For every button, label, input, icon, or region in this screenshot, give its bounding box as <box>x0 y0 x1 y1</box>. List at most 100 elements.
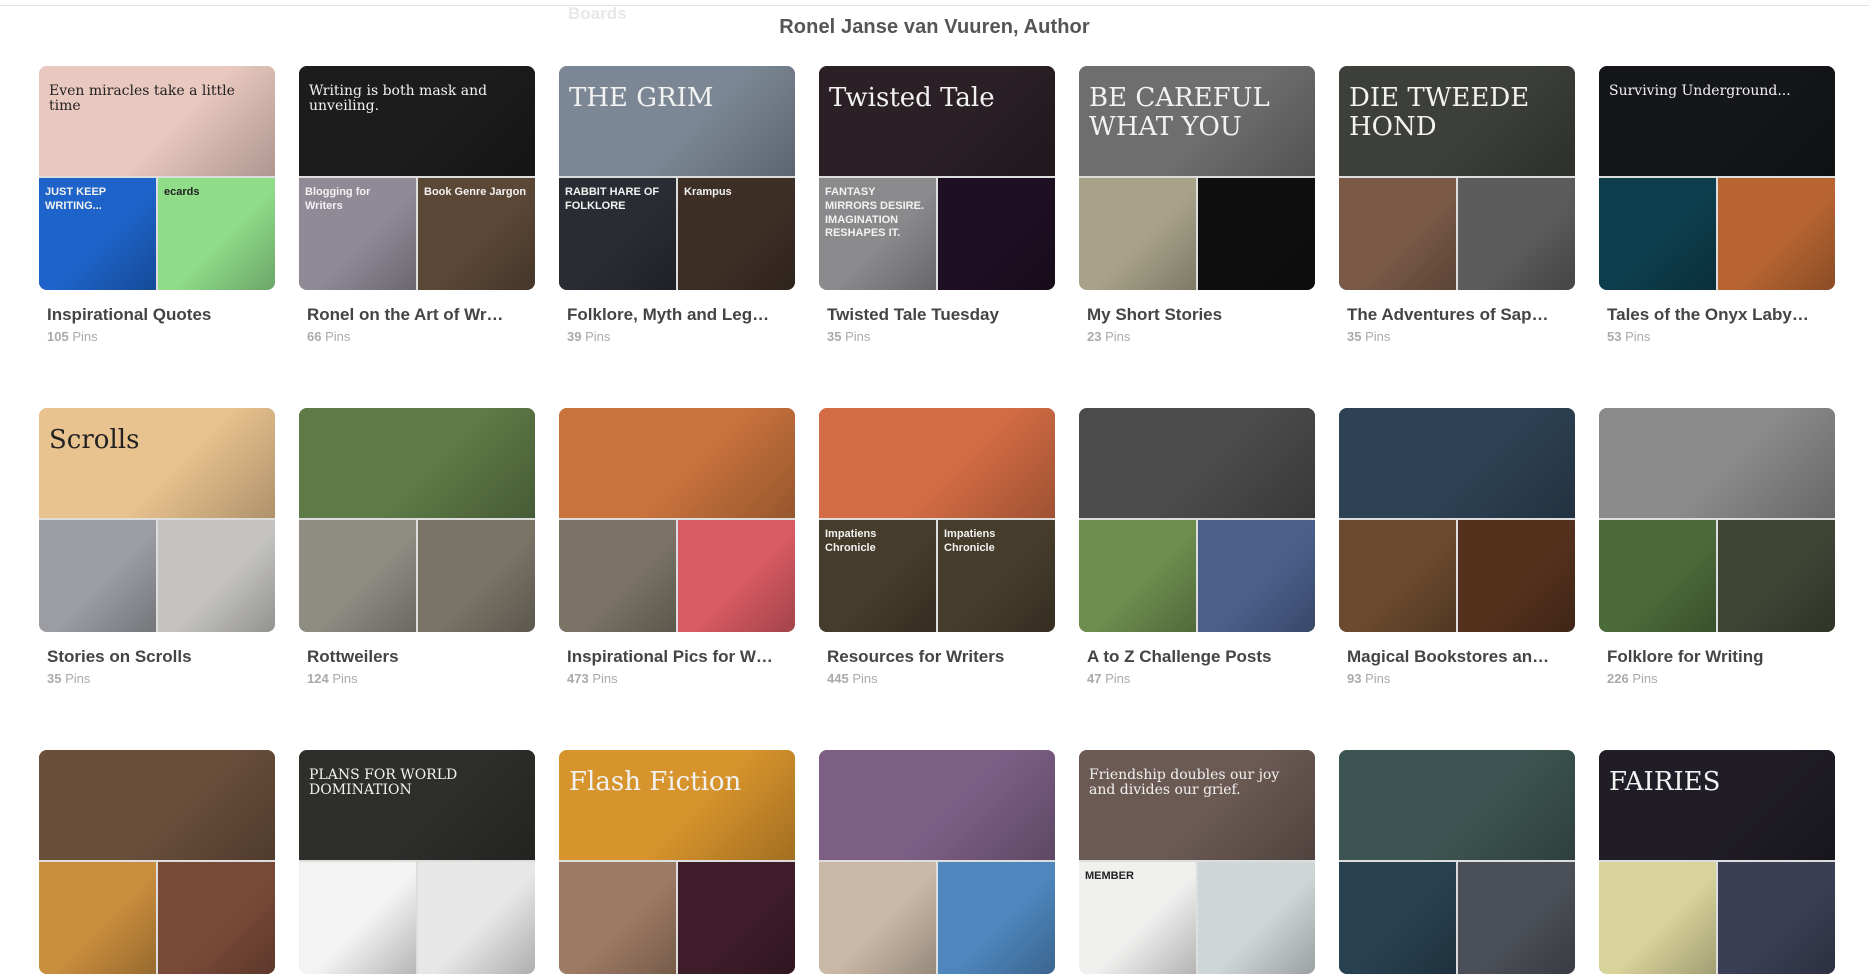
board-pin-count: 445 Pins <box>819 671 1055 686</box>
board-title[interactable]: My Short Stories <box>1079 305 1315 325</box>
board-cover-thumb-left <box>299 862 416 974</box>
board-cover[interactable]: FAIRIES <box>1599 750 1835 974</box>
pin-count-suffix: Pins <box>1365 329 1391 344</box>
board-cover-thumb-right <box>1718 178 1835 290</box>
board-cover-main-image <box>819 408 1055 518</box>
board-cover-thumb-left <box>1599 862 1716 974</box>
board-cover[interactable]: Twisted Tale FANTASY MIRRORS DESIRE. IMAG… <box>819 66 1055 290</box>
board-card[interactable]: Inspirational Pics for W… 473 Pins <box>559 408 795 686</box>
board-card[interactable] <box>819 750 1055 974</box>
board-cover-main-image: Flash Fiction <box>559 750 795 860</box>
board-cover[interactable]: Surviving Underground... <box>1599 66 1835 290</box>
board-cover-thumb-left <box>1599 178 1716 290</box>
board-cover-thumb-left <box>1599 520 1716 632</box>
board-card[interactable]: Impatiens Chronicle Impatiens Chronicle Re… <box>819 408 1055 686</box>
board-card[interactable]: THE GRIM RABBIT HARE OF FOLKLORE Krampus Fo… <box>559 66 795 344</box>
board-cover[interactable] <box>39 750 275 974</box>
board-cover-thumb-right <box>1458 520 1575 632</box>
board-cover[interactable]: PLANS FOR WORLD DOMINATION <box>299 750 535 974</box>
board-cover-thumb-left <box>1339 520 1456 632</box>
board-cover-thumb-left: RABBIT HARE OF FOLKLORE <box>559 178 676 290</box>
board-title[interactable]: Folklore, Myth and Leg… <box>559 305 795 325</box>
board-cover[interactable] <box>559 408 795 632</box>
board-card[interactable]: Surviving Underground... Tales of the Ony… <box>1599 66 1835 344</box>
board-cover[interactable]: Even miracles take a little time JUST KEE… <box>39 66 275 290</box>
pin-count-suffix: Pins <box>1105 329 1131 344</box>
board-card[interactable] <box>39 750 275 974</box>
board-cover[interactable]: Scrolls <box>39 408 275 632</box>
board-cover-thumb-left <box>39 520 156 632</box>
board-cover[interactable] <box>1339 408 1575 632</box>
board-cover-text: JUST KEEP WRITING... <box>45 186 106 212</box>
board-cover-thumb-right <box>1198 862 1315 974</box>
board-card[interactable]: A to Z Challenge Posts 47 Pins <box>1079 408 1315 686</box>
board-card[interactable]: Even miracles take a little time JUST KEE… <box>39 66 275 344</box>
board-cover-text: FANTASY MIRRORS DESIRE. IMAGINATION RESH… <box>825 186 925 240</box>
pin-count-number: 39 <box>567 329 582 344</box>
board-cover-text: PLANS FOR WORLD DOMINATION <box>309 767 458 799</box>
board-cover[interactable] <box>1339 750 1575 974</box>
board-cover-thumb-right <box>1718 520 1835 632</box>
board-cover-text: Impatiens Chronicle <box>825 528 877 554</box>
board-title[interactable]: Twisted Tale Tuesday <box>819 305 1055 325</box>
pin-count-suffix: Pins <box>1365 671 1391 686</box>
board-cover[interactable]: Writing is both mask and unveiling. Blogg… <box>299 66 535 290</box>
board-cover-main-image <box>1079 408 1315 518</box>
board-cover-thumb-right: Book Genre Jargon <box>418 178 535 290</box>
board-title[interactable]: Folklore for Writing <box>1599 647 1835 667</box>
board-card[interactable]: Magical Bookstores an… 93 Pins <box>1339 408 1575 686</box>
board-pin-count: 226 Pins <box>1599 671 1835 686</box>
board-card[interactable] <box>1339 750 1575 974</box>
board-cover-thumb-left: Impatiens Chronicle <box>819 520 936 632</box>
board-cover[interactable]: DIE TWEEDE HOND <box>1339 66 1575 290</box>
board-card[interactable]: FAIRIES <box>1599 750 1835 974</box>
board-cover[interactable]: Friendship doubles our joy and divides o… <box>1079 750 1315 974</box>
pin-count-number: 35 <box>1347 329 1362 344</box>
board-card[interactable]: Rottweilers 124 Pins <box>299 408 535 686</box>
board-title[interactable]: Ronel on the Art of Wr… <box>299 305 535 325</box>
board-card[interactable]: Flash Fiction <box>559 750 795 974</box>
board-cover[interactable] <box>1599 408 1835 632</box>
board-card[interactable]: DIE TWEEDE HOND The Adventures of Sap… 35 … <box>1339 66 1575 344</box>
board-cover[interactable] <box>819 750 1055 974</box>
board-cover-thumb-right <box>158 520 275 632</box>
board-title[interactable]: Inspirational Quotes <box>39 305 275 325</box>
pin-count-number: 66 <box>307 329 322 344</box>
pin-count-number: 445 <box>827 671 849 686</box>
board-card[interactable]: BE CAREFUL WHAT YOU My Short Stories 23 Pi… <box>1079 66 1315 344</box>
board-cover[interactable]: BE CAREFUL WHAT YOU <box>1079 66 1315 290</box>
board-cover-thumb-right: Krampus <box>678 178 795 290</box>
board-title[interactable]: Resources for Writers <box>819 647 1055 667</box>
board-title[interactable]: Magical Bookstores an… <box>1339 647 1575 667</box>
board-cover-text: Writing is both mask and unveiling. <box>309 83 488 115</box>
pin-count-suffix: Pins <box>1105 671 1131 686</box>
board-cover[interactable] <box>299 408 535 632</box>
board-cover[interactable] <box>1079 408 1315 632</box>
board-cover[interactable]: Impatiens Chronicle Impatiens Chronicle <box>819 408 1055 632</box>
board-cover-main-image: Surviving Underground... <box>1599 66 1835 176</box>
pin-count-number: 53 <box>1607 329 1622 344</box>
board-cover-text: RABBIT HARE OF FOLKLORE <box>565 186 660 212</box>
board-title[interactable]: Stories on Scrolls <box>39 647 275 667</box>
pin-count-number: 23 <box>1087 329 1102 344</box>
board-title[interactable]: Inspirational Pics for W… <box>559 647 795 667</box>
board-title[interactable]: The Adventures of Sap… <box>1339 305 1575 325</box>
board-card[interactable]: PLANS FOR WORLD DOMINATION <box>299 750 535 974</box>
board-card[interactable]: Folklore for Writing 226 Pins <box>1599 408 1835 686</box>
board-card[interactable]: Friendship doubles our joy and divides o… <box>1079 750 1315 974</box>
board-title[interactable]: Tales of the Onyx Laby… <box>1599 305 1835 325</box>
profile-name: Ronel Janse van Vuuren, Author <box>779 16 1090 38</box>
board-pin-count: 473 Pins <box>559 671 795 686</box>
board-cover[interactable]: Flash Fiction <box>559 750 795 974</box>
board-cover-text: Friendship doubles our joy and divides o… <box>1089 767 1280 799</box>
board-title[interactable]: A to Z Challenge Posts <box>1079 647 1315 667</box>
board-card[interactable]: Twisted Tale FANTASY MIRRORS DESIRE. IMAG… <box>819 66 1055 344</box>
board-title[interactable]: Rottweilers <box>299 647 535 667</box>
board-cover-main-image <box>1599 408 1835 518</box>
board-cover-main-image: Scrolls <box>39 408 275 518</box>
pin-count-number: 35 <box>827 329 842 344</box>
board-card[interactable]: Scrolls Stories on Scrolls 35 Pins <box>39 408 275 686</box>
board-card[interactable]: Writing is both mask and unveiling. Blogg… <box>299 66 535 344</box>
board-cover[interactable]: THE GRIM RABBIT HARE OF FOLKLORE Krampus <box>559 66 795 290</box>
board-cover-thumb-left <box>1339 178 1456 290</box>
